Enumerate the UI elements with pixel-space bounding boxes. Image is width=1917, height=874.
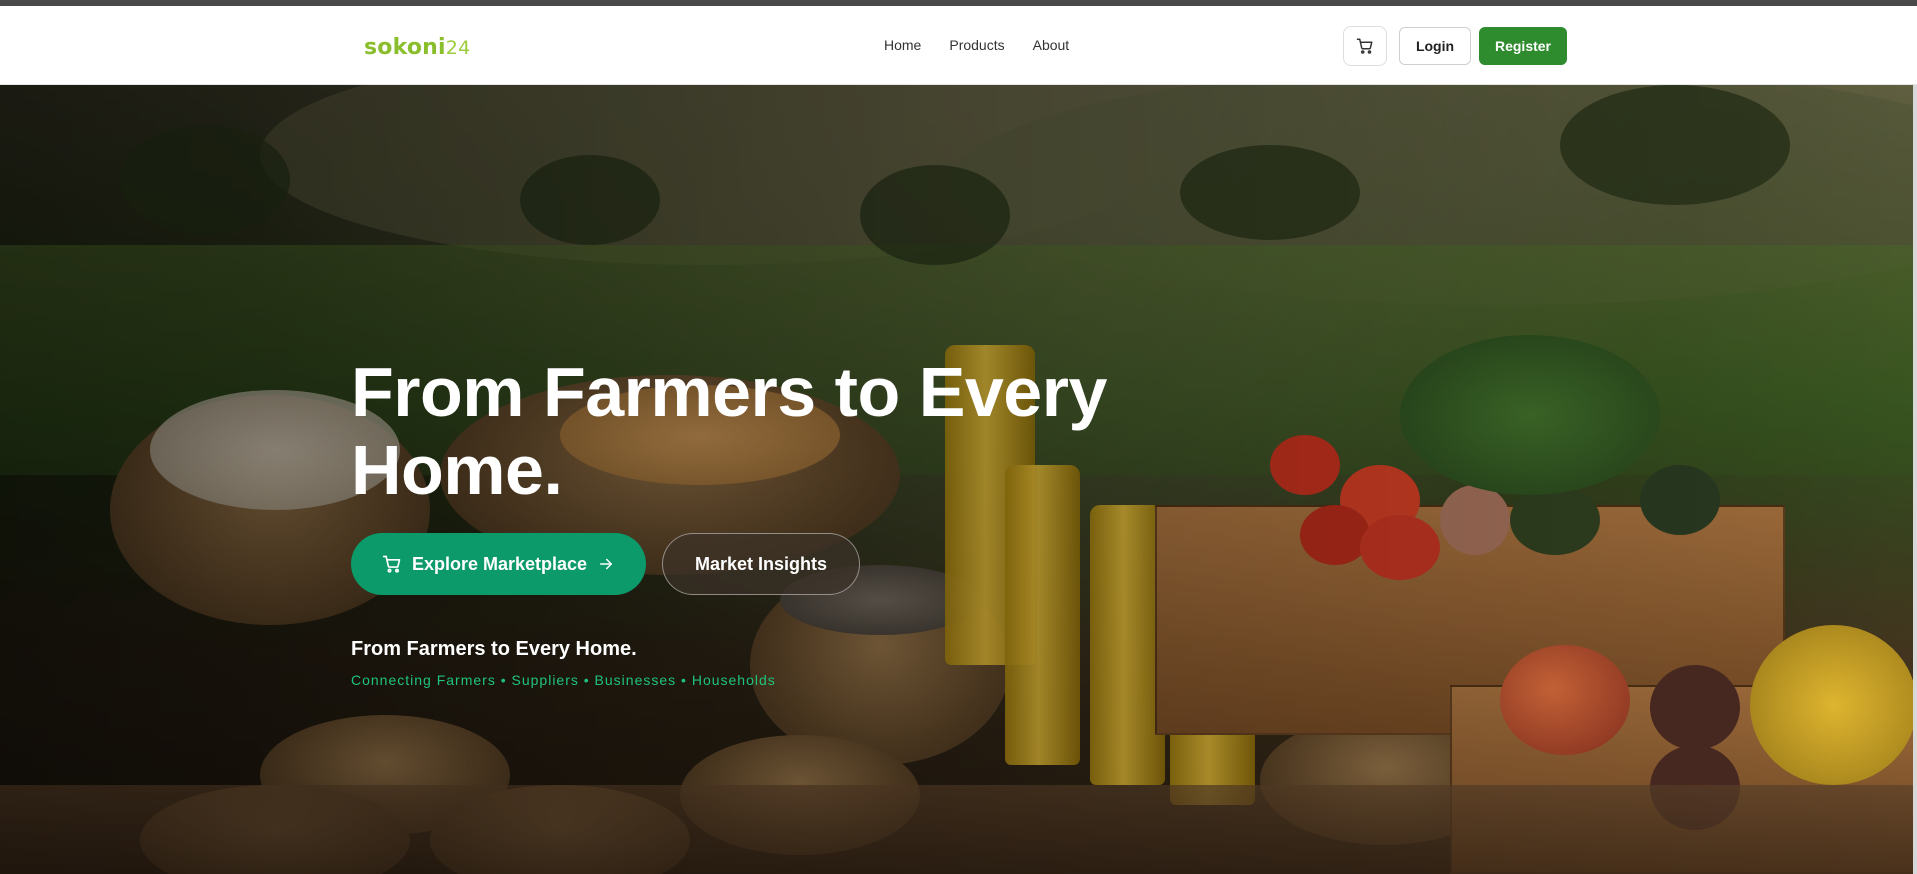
login-button[interactable]: Login [1399, 27, 1471, 65]
hero-tagline: Connecting Farmers • Suppliers • Busines… [351, 672, 776, 688]
market-insights-button[interactable]: Market Insights [662, 533, 860, 595]
main-nav: Home Products About [884, 37, 1069, 53]
logo-suffix-text: 24 [445, 37, 471, 59]
hero-section: From Farmers to Every Home. Explore Mark… [0, 85, 1917, 874]
hero-subtitle: From Farmers to Every Home. [351, 638, 637, 660]
nav-link-products[interactable]: Products [949, 37, 1004, 53]
nav-link-about[interactable]: About [1033, 37, 1070, 53]
nav-link-home[interactable]: Home [884, 37, 921, 53]
explore-marketplace-label: Explore Marketplace [411, 553, 588, 574]
page-scrollbar[interactable] [1913, 85, 1917, 874]
cart-button[interactable] [1343, 26, 1387, 66]
cart-icon [382, 555, 401, 573]
brand-logo[interactable]: sokoni24 [364, 35, 470, 60]
navbar: sokoni24 Home Products About Login Regis… [0, 6, 1917, 85]
explore-marketplace-button[interactable]: Explore Marketplace [351, 533, 646, 595]
logo-main-text: sokoni [364, 35, 446, 60]
arrow-right-icon [600, 558, 613, 570]
cart-icon [1356, 38, 1373, 54]
register-button[interactable]: Register [1479, 27, 1567, 65]
hero-title: From Farmers to Every Home. [351, 353, 1107, 509]
